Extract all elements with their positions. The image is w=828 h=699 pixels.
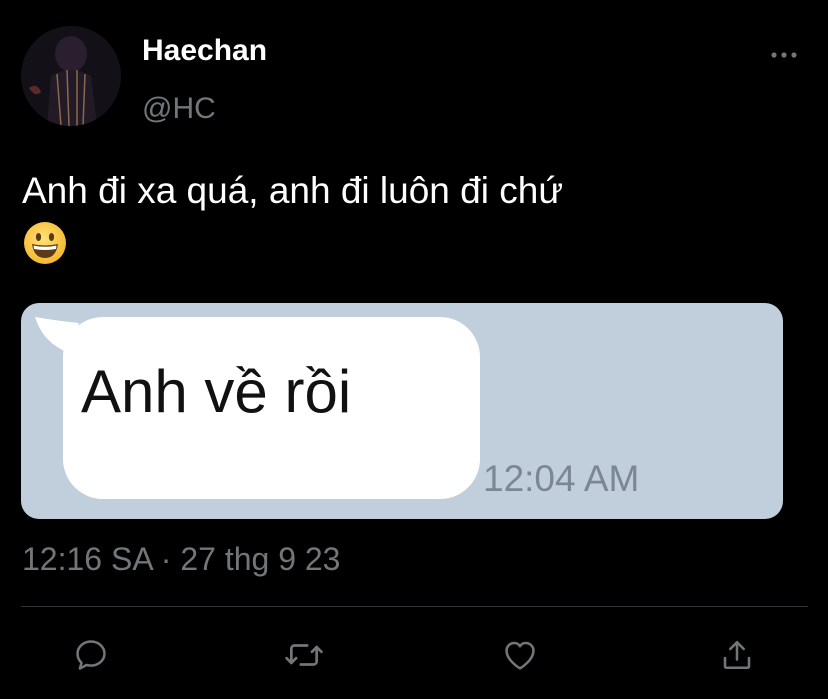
more-icon	[771, 52, 797, 58]
author-name[interactable]: Haechan	[142, 34, 267, 68]
media-image[interactable]: Anh về rồi 12:04 AM	[21, 303, 783, 519]
heart-icon	[505, 641, 535, 670]
message-text: Anh về rồi	[81, 358, 352, 425]
profile-photo-icon	[21, 26, 121, 126]
avatar[interactable]	[21, 26, 121, 126]
retweet-button[interactable]	[279, 630, 329, 680]
grinning-face-emoji-icon	[24, 222, 66, 265]
message-time: 12:04 AM	[483, 458, 640, 499]
action-bar	[0, 630, 828, 682]
more-options-button[interactable]	[764, 40, 804, 70]
tweet-text: Anh đi xa quá, anh đi luôn đi chứ	[22, 170, 564, 211]
author-handle[interactable]: @HC	[142, 92, 216, 126]
reply-button[interactable]	[66, 630, 116, 680]
tweet-timestamp[interactable]: 12:16 SA · 27 thg 9 23	[22, 541, 340, 578]
tweet-text-container: Anh đi xa quá, anh đi luôn đi chứ	[22, 166, 812, 266]
like-button[interactable]	[495, 630, 545, 680]
divider	[21, 606, 808, 607]
retweet-icon	[285, 644, 323, 666]
share-button[interactable]	[712, 630, 762, 680]
reply-icon	[76, 640, 106, 670]
share-icon	[723, 640, 751, 670]
